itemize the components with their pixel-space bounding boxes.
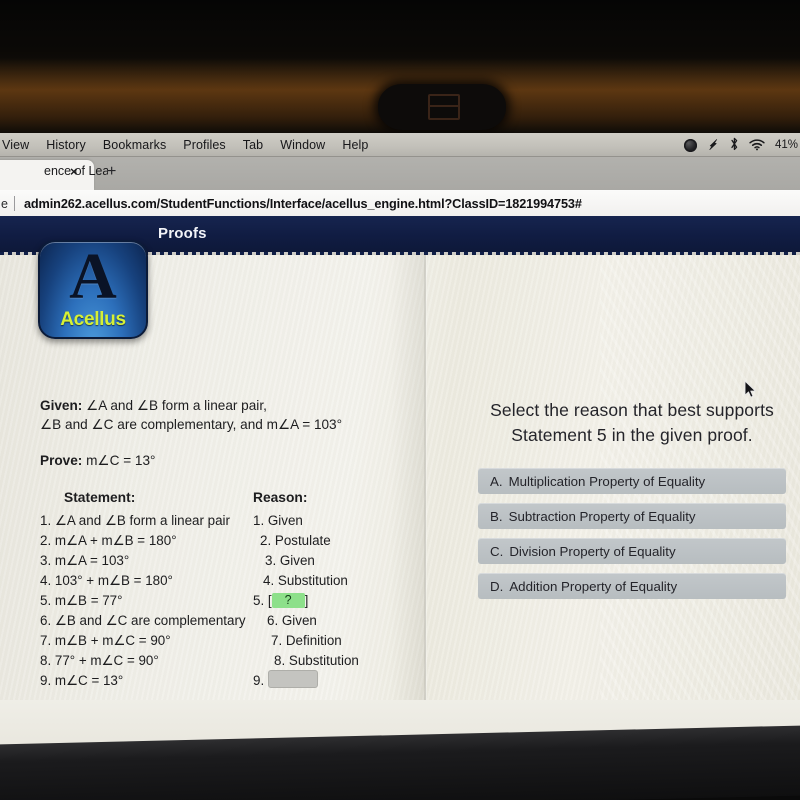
reflection-glyph-icon [428,94,460,120]
battery-percentage: 41% [774,139,798,151]
address-bar-lead-text: e [1,196,8,211]
proof-reason: 1. Given [253,511,303,531]
proof-reason-text: 1. Given [253,513,303,528]
bracket-open: [ [264,593,272,608]
proof-row: 9. m∠C = 13° 9. [40,670,410,691]
given-text-2: ∠B and ∠C are complementary, and m∠A = 1… [40,417,343,432]
proof-row: 4. 103° + m∠B = 180° 4. Substitution [40,571,410,591]
browser-address-bar[interactable]: e admin262.acellus.com/StudentFunctions/… [0,190,800,217]
proof-reason-text: 7. Definition [271,633,342,648]
proof-row: 1. ∠A and ∠B form a linear pair 1. Given [40,511,410,531]
proof-row: 6. ∠B and ∠C are complementary 6. Given [40,611,410,631]
proof-statement: 1. ∠A and ∠B form a linear pair [40,513,230,528]
proof-statement: 9. m∠C = 13° [40,673,124,688]
acellus-logo[interactable]: A Acellus [38,240,148,339]
proof-reason: 7. Definition [271,631,342,651]
proof-table-header: Statement: Reason: [40,490,410,510]
spotlight-icon[interactable] [683,138,697,152]
menu-item-history[interactable]: History [46,138,86,152]
proof-statement: 8. 77° + m∠C = 90° [40,653,159,668]
proof-reason-text: 6. Given [267,613,317,628]
proof-reason: 8. Substitution [274,651,359,671]
answer-blank-highlighted[interactable]: ? [271,592,305,608]
proof-statement: 4. 103° + m∠B = 180° [40,573,173,588]
menu-item-tab[interactable]: Tab [243,138,263,152]
new-tab-icon[interactable]: + [107,164,116,180]
proof-table-rows: 1. ∠A and ∠B form a linear pair 1. Given 2… [40,511,410,691]
statement-column-header: Statement: [64,490,136,505]
proof-statement: 6. ∠B and ∠C are complementary [40,613,246,628]
proof-statement: 2. m∠A + m∠B = 180° [40,533,177,548]
answer-option-d[interactable]: D. Addition Property of Equality [478,573,786,599]
menu-item-profiles[interactable]: Profiles [183,138,225,152]
notification-icon[interactable] [707,138,720,153]
proof-row: 7. m∠B + m∠C = 90° 7. Definition [40,631,410,651]
menubar-items: View History Bookmarks Profiles Tab Wind… [0,138,368,152]
proof-reason: 6. Given [267,611,317,631]
bracket-close: ] [304,593,309,608]
proof-row: 8. 77° + m∠C = 90° 8. Substitution [40,651,410,671]
answer-option-b[interactable]: B. Subtraction Property of Equality [478,503,786,529]
answer-option-label: Subtraction Property of Equality [508,508,696,524]
proof-reason[interactable]: 9. [253,670,318,691]
acellus-logo-wordmark: Acellus [60,309,126,330]
reason-column-header: Reason: [253,490,308,505]
address-bar-url[interactable]: admin262.acellus.com/StudentFunctions/In… [24,197,582,211]
proof-reason-text: 2. Postulate [260,533,331,548]
bluetooth-icon[interactable] [730,137,739,153]
given-text-1: ∠A and ∠B form a linear pair, [86,398,267,413]
proof-reason: 3. Given [265,551,315,571]
question-prompt: Select the reason that best supports Sta… [490,400,774,445]
proof-reason-text: 3. Given [265,553,315,568]
proof-reason-text: 5. [253,593,265,608]
menu-item-bookmarks[interactable]: Bookmarks [103,138,166,152]
mouse-cursor-icon [744,380,757,399]
given-label: Given: [40,398,83,413]
proof-statement: 7. m∠B + m∠C = 90° [40,633,171,648]
proof-row: 5. m∠B = 77° 5. [?] [40,591,410,611]
wifi-icon[interactable] [749,138,765,153]
proof-reason[interactable]: 5. [?] [253,591,308,611]
acellus-logo-letter: A [69,240,117,313]
answer-option-label: Addition Property of Equality [509,578,678,594]
proof-reason-text: 8. Substitution [274,653,359,668]
proof-content: Given: ∠A and ∠B form a linear pair, ∠B … [40,396,410,691]
proof-reason-text: 9. [253,673,265,688]
proof-statement: 5. m∠B = 77° [40,593,123,608]
proof-statement: 3. m∠A = 103° [40,553,130,568]
close-icon[interactable]: × [70,165,78,178]
menu-item-help[interactable]: Help [342,138,368,152]
answer-option-list: A. Multiplication Property of Equality B. S… [478,468,786,599]
proof-reason: 4. Substitution [263,571,348,591]
answer-option-letter: C. [490,543,504,559]
answer-option-letter: B. [490,508,503,524]
question-panel: Select the reason that best supports Sta… [478,398,786,599]
address-bar-separator [13,196,15,211]
answer-option-letter: D. [490,578,504,594]
menu-item-window[interactable]: Window [280,138,325,152]
given-line-2: ∠B and ∠C are complementary, and m∠A = 1… [40,415,410,434]
page-title: Proofs [158,225,207,242]
prove-line: Prove: m∠C = 13° [40,451,410,470]
menu-item-view[interactable]: View [2,138,29,152]
prove-text: m∠C = 13° [86,453,156,468]
answer-option-label: Multiplication Property of Equality [508,473,706,489]
answer-option-label: Division Property of Equality [509,543,676,559]
answer-option-a[interactable]: A. Multiplication Property of Equality [478,468,786,494]
page-fold-divider [424,255,427,745]
proof-reason: 2. Postulate [260,531,331,551]
prove-label: Prove: [40,453,83,468]
screenshot-root: View History Bookmarks Profiles Tab Wind… [0,0,800,800]
proof-row: 2. m∠A + m∠B = 180° 2. Postulate [40,531,410,551]
proof-reason-text: 4. Substitution [263,573,348,588]
given-line-1: Given: ∠A and ∠B form a linear pair, [40,396,410,415]
menubar-status-area: 41% [683,133,800,157]
browser-tab-strip: ence of Learni × + [0,157,800,190]
answer-option-letter: A. [490,473,503,489]
answer-blank-empty[interactable] [267,670,318,689]
macos-menubar: View History Bookmarks Profiles Tab Wind… [0,133,800,157]
proof-row: 3. m∠A = 103° 3. Given [40,551,410,571]
answer-option-c[interactable]: C. Division Property of Equality [478,538,786,564]
